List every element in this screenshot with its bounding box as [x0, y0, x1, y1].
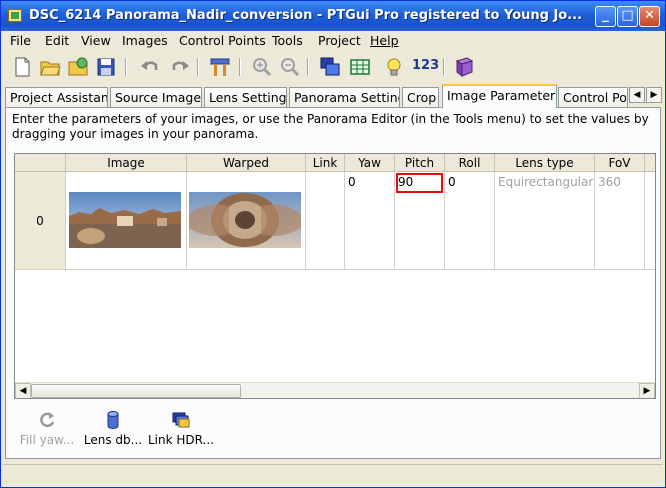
tab-strip: Project Assistant Source Images Lens Set…: [1, 83, 665, 108]
toolbar-separator: [197, 58, 199, 76]
menu-edit[interactable]: Edit: [45, 33, 69, 48]
menu-view[interactable]: View: [81, 33, 111, 48]
image-parameters-panel: Enter the parameters of your images, or …: [5, 107, 661, 459]
title-bar[interactable]: DSC_6214 Panorama_Nadir_conversion - PTG…: [1, 1, 665, 31]
fov-value: 360: [598, 175, 621, 189]
menu-help[interactable]: Help: [370, 33, 399, 48]
row-header[interactable]: 0: [15, 172, 66, 270]
yaw-value: 0: [348, 175, 356, 189]
toolbar-separator: [125, 58, 127, 76]
horizontal-scrollbar[interactable]: ◀ ▶: [15, 382, 655, 398]
align-images-icon[interactable]: [209, 56, 231, 78]
undo-icon[interactable]: [139, 56, 161, 78]
link-cell[interactable]: [306, 172, 345, 270]
lens-type-cell[interactable]: Equirectangular: [495, 172, 595, 270]
row-filler-cell: [645, 172, 655, 270]
column-header-warped[interactable]: Warped: [187, 154, 306, 172]
lightbulb-icon[interactable]: [383, 56, 405, 78]
menu-file[interactable]: File: [10, 33, 31, 48]
lens-type-value: Equirectangular: [498, 175, 594, 189]
table-icon[interactable]: [349, 56, 371, 78]
yaw-cell[interactable]: 0: [345, 172, 395, 270]
tab-control-points[interactable]: Control Poin: [558, 87, 628, 107]
column-header-filler: [645, 154, 655, 172]
stack-icon: [172, 412, 190, 428]
minimize-button[interactable]: _: [595, 6, 616, 27]
pitch-cell[interactable]: 90: [395, 172, 445, 270]
column-header-lens-type[interactable]: Lens type: [495, 154, 595, 172]
zoom-in-icon[interactable]: [251, 56, 273, 78]
tab-panorama-settings[interactable]: Panorama Settings: [289, 87, 400, 107]
scroll-right-icon[interactable]: ▶: [639, 383, 655, 398]
tab-lens-settings[interactable]: Lens Settings: [204, 87, 287, 107]
column-header-pitch[interactable]: Pitch: [395, 154, 445, 172]
pitch-value: 90: [398, 175, 414, 189]
column-header-yaw[interactable]: Yaw: [345, 154, 395, 172]
toolbar: 123: [1, 53, 665, 81]
status-bar: [3, 464, 663, 484]
tab-crop[interactable]: Crop: [402, 87, 439, 107]
fill-yaw-button[interactable]: Fill yaw...: [12, 410, 82, 447]
column-header-link[interactable]: Link: [306, 154, 345, 172]
link-hdr-label: Link HDR...: [147, 433, 214, 447]
column-header-image[interactable]: Image: [66, 154, 187, 172]
open-recent-icon[interactable]: [67, 56, 89, 78]
open-project-icon[interactable]: [39, 56, 61, 78]
tab-scroll-right-icon[interactable]: ▶: [646, 87, 662, 103]
column-header-fov[interactable]: FoV: [595, 154, 645, 172]
roll-cell[interactable]: 0: [445, 172, 495, 270]
maximize-button[interactable]: □: [617, 6, 638, 27]
tab-image-parameters[interactable]: Image Parameters: [442, 84, 557, 108]
refresh-icon: [40, 412, 55, 428]
menu-control-points[interactable]: Control Points: [179, 33, 266, 48]
lens-db-label: Lens db...: [83, 433, 143, 447]
close-button[interactable]: ✕: [639, 6, 660, 27]
app-icon: [8, 9, 22, 22]
zoom-out-icon[interactable]: [279, 56, 301, 78]
lens-db-button[interactable]: Lens db...: [78, 410, 148, 447]
fov-cell[interactable]: 360: [595, 172, 645, 270]
image-thumbnail: [69, 192, 181, 248]
numbers-icon[interactable]: 123: [412, 58, 439, 73]
help-book-icon[interactable]: [453, 56, 475, 78]
image-thumbnail-cell[interactable]: [66, 172, 187, 270]
toolbar-separator: [239, 58, 241, 76]
redo-icon[interactable]: [169, 56, 191, 78]
toolbar-separator: [443, 58, 445, 76]
menu-images[interactable]: Images: [122, 33, 168, 48]
panorama-editor-icon[interactable]: [319, 56, 341, 78]
image-parameters-grid: Image Warped Link Yaw Pitch Roll Lens ty…: [14, 153, 656, 399]
link-hdr-button[interactable]: Link HDR...: [146, 410, 216, 447]
app-window: DSC_6214 Panorama_Nadir_conversion - PTG…: [0, 0, 666, 488]
roll-value: 0: [448, 175, 456, 189]
menu-bar: File Edit View Images Control Points Too…: [1, 31, 665, 51]
scrollbar-thumb[interactable]: [31, 384, 241, 398]
column-header-roll[interactable]: Roll: [445, 154, 495, 172]
save-icon[interactable]: [95, 56, 117, 78]
tab-scroll-left-icon[interactable]: ◀: [629, 87, 645, 103]
new-project-icon[interactable]: [11, 56, 33, 78]
instructions-text: Enter the parameters of your images, or …: [12, 112, 649, 141]
window-title: DSC_6214 Panorama_Nadir_conversion - PTG…: [29, 8, 583, 23]
fill-yaw-label: Fill yaw...: [19, 433, 75, 447]
menu-project[interactable]: Project: [318, 33, 361, 48]
warped-thumbnail: [189, 192, 301, 248]
tab-source-images[interactable]: Source Images: [110, 87, 202, 107]
toolbar-separator: [307, 58, 309, 76]
warped-thumbnail-cell[interactable]: [187, 172, 306, 270]
menu-tools[interactable]: Tools: [272, 33, 303, 48]
tab-project-assistant[interactable]: Project Assistant: [5, 87, 108, 107]
database-icon: [107, 411, 119, 430]
scroll-left-icon[interactable]: ◀: [15, 383, 31, 398]
grid-corner: [15, 154, 66, 172]
